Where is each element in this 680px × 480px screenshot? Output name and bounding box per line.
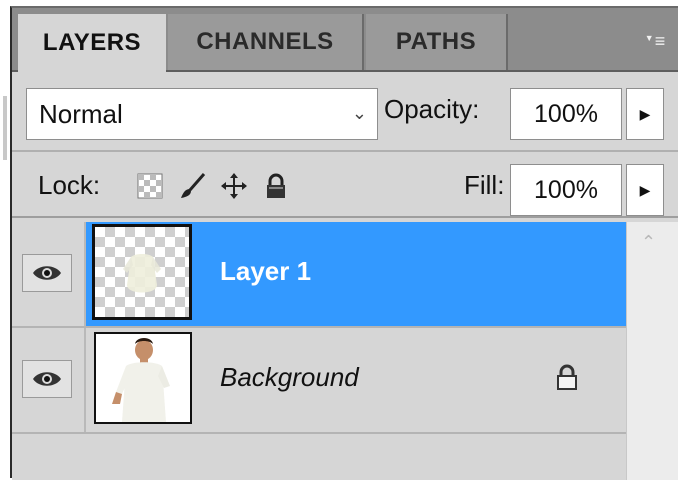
layers-panel: LAYERS CHANNELS PATHS ▼ ≡ Normal ⌄ Opacit… — [10, 6, 678, 480]
lock-all-icon[interactable] — [262, 172, 290, 200]
layer-row-layer-1[interactable]: Layer 1 — [12, 222, 626, 326]
lock-image-pixels-icon[interactable] — [178, 172, 206, 200]
layer-body[interactable]: Background — [86, 328, 626, 432]
lock-transparent-pixels-icon[interactable] — [136, 172, 164, 200]
layer-row-background[interactable]: Background — [12, 328, 626, 432]
scroll-up-icon[interactable]: ⌃ — [641, 232, 656, 253]
lock-icon — [556, 364, 578, 395]
left-edge — [0, 0, 10, 478]
layers-scrollbar[interactable]: ⌃ — [626, 222, 678, 480]
panel-tabbar: LAYERS CHANNELS PATHS ▼ ≡ — [12, 8, 678, 72]
tab-layers[interactable]: LAYERS — [18, 14, 166, 72]
eye-icon[interactable] — [22, 254, 72, 292]
edge-mark — [3, 96, 7, 160]
chevron-down-icon: ⌄ — [351, 103, 367, 123]
blend-mode-value: Normal — [39, 98, 123, 129]
layer-body[interactable]: Layer 1 — [86, 222, 626, 326]
tab-channels[interactable]: CHANNELS — [168, 14, 364, 70]
blend-row: Normal ⌄ Opacity: 100% ▶ — [12, 78, 678, 148]
opacity-slider-arrow-icon[interactable]: ▶ — [626, 88, 664, 140]
fill-slider-arrow-icon[interactable]: ▶ — [626, 164, 664, 216]
visibility-cell — [12, 222, 86, 326]
visibility-cell — [12, 328, 86, 432]
layer-thumbnail[interactable] — [92, 224, 192, 320]
fill-label: Fill: — [464, 170, 505, 200]
lock-label: Lock: — [38, 170, 101, 200]
layer-separator — [12, 432, 626, 434]
opacity-label: Opacity: — [384, 94, 480, 124]
lock-row: Lock: Fill: 100% ▶ — [12, 152, 678, 218]
opacity-input[interactable]: 100% — [510, 88, 622, 140]
transparency-grid — [95, 227, 189, 317]
lock-position-icon[interactable] — [220, 172, 248, 200]
tab-paths[interactable]: PATHS — [366, 14, 508, 70]
panel-menu-icon[interactable]: ▼ ≡ — [642, 28, 668, 54]
layers-list: Layer 1 Background ⌃ — [12, 218, 678, 480]
layer-name[interactable]: Layer 1 — [220, 256, 311, 287]
eye-icon[interactable] — [22, 360, 72, 398]
layer-thumbnail[interactable] — [94, 332, 192, 424]
layer-name[interactable]: Background — [220, 362, 359, 393]
fill-input[interactable]: 100% — [510, 164, 622, 216]
blend-mode-select[interactable]: Normal ⌄ — [26, 88, 378, 140]
